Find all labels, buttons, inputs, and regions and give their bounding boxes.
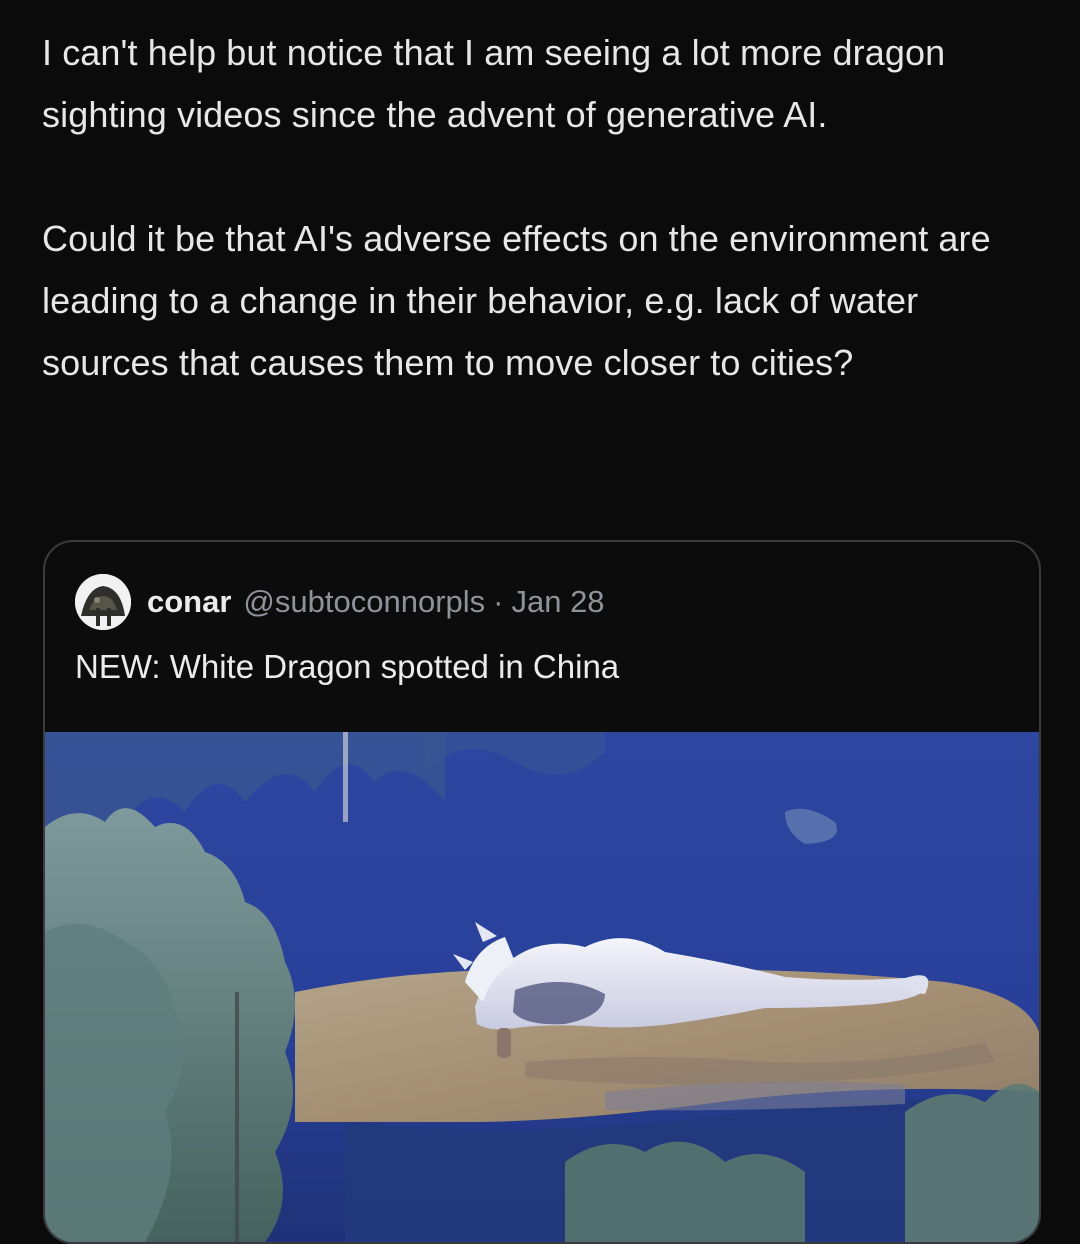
quoted-post-card[interactable]: conar @subtoconnorpls · Jan 28 NEW: Whit…	[43, 540, 1041, 1244]
post-paragraph-1: I can't help but notice that I am seeing…	[42, 32, 946, 135]
post-body: I can't help but notice that I am seeing…	[42, 22, 1032, 394]
video-thumbnail-icon	[45, 732, 1039, 1242]
post-paragraph-2: Could it be that AI's adverse effects on…	[42, 218, 991, 383]
quoted-post-header: conar @subtoconnorpls · Jan 28	[75, 572, 605, 632]
avatar[interactable]	[75, 574, 131, 630]
quoted-post-date[interactable]: Jan 28	[511, 584, 604, 620]
quoted-post-media[interactable]	[45, 732, 1039, 1242]
avatar-photo-icon	[75, 574, 131, 630]
quoted-post-text: NEW: White Dragon spotted in China	[75, 648, 620, 685]
quoted-author-handle[interactable]: @subtoconnorpls	[243, 584, 485, 620]
header-separator: ·	[493, 584, 504, 619]
quoted-author-name[interactable]: conar	[147, 584, 231, 620]
